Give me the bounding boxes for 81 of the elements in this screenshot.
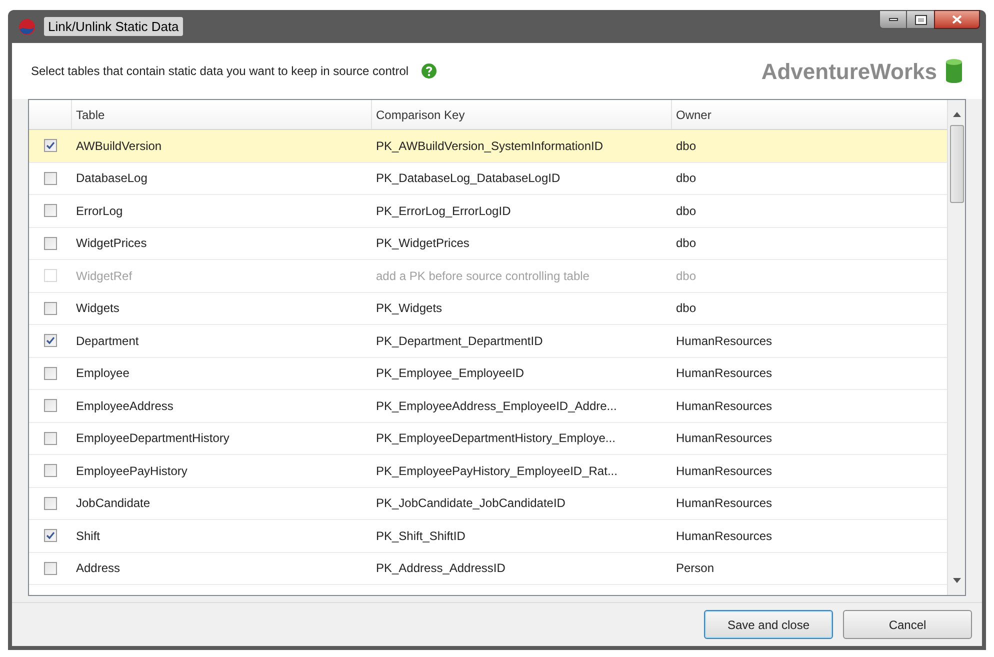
- column-header[interactable]: Table: [71, 100, 371, 129]
- scroll-thumb[interactable]: [950, 125, 964, 203]
- table-row[interactable]: Employee PK_Employee_EmployeeID HumanResources: [29, 358, 947, 390]
- table-cell-text: PK_DatabaseLog_DatabaseLogID: [375, 170, 562, 188]
- checkbox[interactable]: [44, 432, 56, 445]
- table-cell-text: PK_ErrorLog_ErrorLogID: [375, 202, 512, 220]
- table-cell-text: PK_EmployeeDepartmentHistory_Employe...: [375, 430, 616, 448]
- table-cell-text: PK_Department_DepartmentID: [375, 332, 544, 350]
- checkbox[interactable]: [44, 366, 56, 380]
- close-icon: [952, 15, 962, 24]
- table-cell-text: Employee: [75, 365, 130, 382]
- checkbox[interactable]: [44, 562, 56, 575]
- window-title: Link/Unlink Static Data: [44, 16, 183, 36]
- table-cell-text: HumanResources: [675, 332, 774, 350]
- column-header[interactable]: Comparison Key: [371, 100, 671, 129]
- table-cell-text: HumanResources: [675, 528, 774, 545]
- checkbox[interactable]: [44, 204, 56, 218]
- help-icon[interactable]: [420, 63, 437, 79]
- table-cell-text: PK_JobCandidate_JobCandidateID: [375, 495, 566, 512]
- app-logo-icon: [18, 18, 36, 36]
- table-cell-text: dbo: [675, 202, 698, 220]
- checkbox[interactable]: [44, 302, 56, 315]
- table-row[interactable]: DatabaseLog PK_DatabaseLog_DatabaseLogID dbo: [29, 162, 947, 195]
- checkbox[interactable]: [44, 464, 56, 478]
- table-cell-text: Person: [675, 560, 716, 578]
- table-cell-text: HumanResources: [675, 365, 774, 382]
- table-cell-text: PK_AWBuildVersion_SystemInformationID: [375, 138, 604, 155]
- table-cell-text: HumanResources: [675, 495, 774, 512]
- table-row[interactable]: EmployeeDepartmentHistory PK_EmployeeDepartmentHistory_Employe... HumanResources: [29, 422, 947, 455]
- database-icon: [945, 58, 963, 84]
- scroll-down-icon[interactable]: [952, 578, 960, 583]
- table-cell-text: dbo: [675, 235, 698, 252]
- table-cell-text: AWBuildVersion: [75, 138, 163, 155]
- table-cell-text: dbo: [675, 268, 698, 285]
- checkbox[interactable]: [44, 334, 56, 348]
- table-row[interactable]: AWBuildVersion PK_AWBuildVersion_SystemInformationID dbo: [29, 130, 947, 162]
- table-cell-text: EmployeeAddress: [75, 398, 174, 415]
- table-cell-text: PK_EmployeePayHistory_EmployeeID_Rat...: [375, 462, 618, 480]
- table-cell-text: JobCandidate: [75, 495, 152, 512]
- table-cell-text: add a PK before source controlling table: [375, 268, 590, 285]
- table-row[interactable]: WidgetPrices PK_WidgetPrices dbo: [29, 228, 947, 260]
- instruction-text: Select tables that contain static data you want to keep in source control: [31, 63, 409, 80]
- table-cell-text: PK_Address_AddressID: [375, 560, 506, 578]
- table-cell-text: PK_Widgets: [375, 300, 444, 318]
- table-row[interactable]: Widgets PK_Widgets dbo: [29, 292, 947, 325]
- table-cell-text: dbo: [675, 138, 698, 155]
- checkbox[interactable]: [44, 236, 56, 250]
- table-cell-text: EmployeeDepartmentHistory: [75, 430, 230, 448]
- table-cell-text: Address: [75, 560, 122, 578]
- table-cell-text: PK_WidgetPrices: [375, 235, 470, 252]
- maximize-button[interactable]: [907, 10, 934, 29]
- table-cell-text: Shift: [75, 528, 102, 545]
- table-cell-text: Department: [75, 332, 140, 350]
- table-cell-text: WidgetRef: [75, 268, 134, 285]
- table-row[interactable]: Address PK_Address_AddressID Person: [29, 552, 947, 585]
- table-cell-text: PK_Shift_ShiftID: [375, 528, 466, 545]
- checkbox[interactable]: [44, 529, 56, 542]
- minimize-button[interactable]: [879, 10, 907, 29]
- scroll-up-icon[interactable]: [952, 112, 960, 117]
- table-cell-text: ErrorLog: [75, 202, 124, 220]
- checkbox[interactable]: [44, 172, 56, 185]
- checkbox[interactable]: [44, 139, 56, 152]
- table-cell-text: HumanResources: [675, 430, 774, 448]
- table-cell-text: dbo: [675, 300, 698, 318]
- table-cell-text: PK_Employee_EmployeeID: [375, 365, 526, 382]
- database-name: AdventureWorks: [761, 58, 937, 86]
- scrollbar[interactable]: [947, 100, 965, 595]
- table-row[interactable]: JobCandidate PK_JobCandidate_JobCandidateID HumanResources: [29, 488, 947, 520]
- close-button[interactable]: [934, 10, 980, 29]
- table-cell-text: WidgetPrices: [75, 235, 148, 252]
- table-cell-text: PK_EmployeeAddress_EmployeeID_Addre...: [375, 398, 618, 415]
- table-cell-text: DatabaseLog: [75, 170, 148, 188]
- table-cell-text: dbo: [675, 170, 698, 188]
- table-cell-text: HumanResources: [675, 398, 774, 415]
- cancel-button[interactable]: Cancel: [843, 610, 972, 639]
- table-cell-text: EmployeePayHistory: [75, 462, 188, 480]
- checkbox[interactable]: [44, 496, 56, 510]
- save-button[interactable]: Save and close: [704, 610, 833, 639]
- table-cell-text: Widgets: [75, 300, 120, 318]
- table-cell-text: HumanResources: [675, 462, 774, 480]
- checkbox[interactable]: [44, 399, 56, 412]
